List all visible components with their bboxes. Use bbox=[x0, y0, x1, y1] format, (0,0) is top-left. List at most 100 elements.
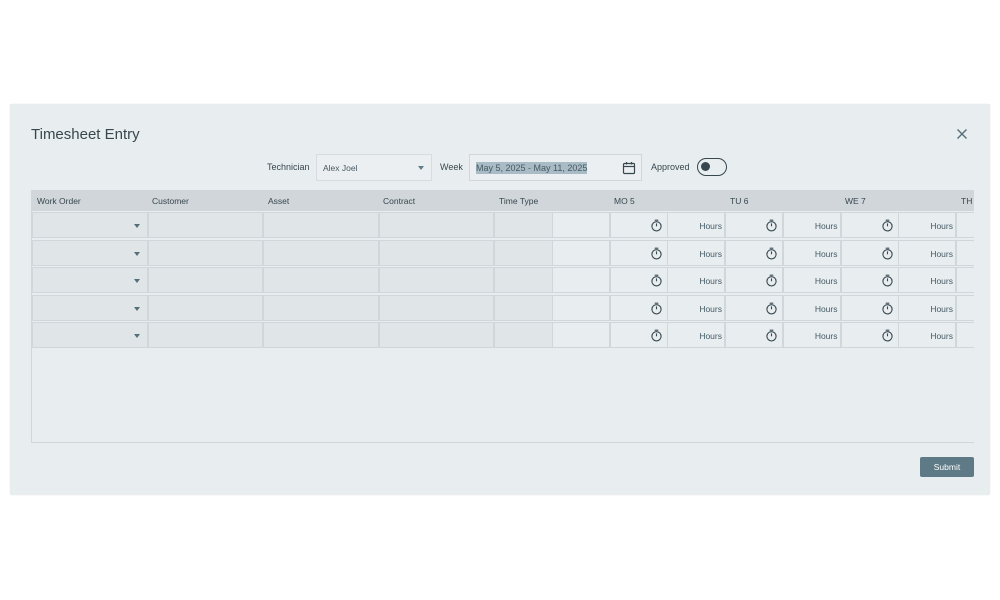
approved-label: Approved bbox=[651, 162, 690, 172]
stopwatch-icon bbox=[766, 302, 777, 315]
hours-input[interactable] bbox=[551, 212, 610, 238]
timer-button[interactable] bbox=[725, 212, 783, 238]
customer-cell[interactable] bbox=[147, 212, 263, 238]
timer-button[interactable] bbox=[840, 239, 899, 266]
asset-cell[interactable] bbox=[263, 267, 379, 294]
column-header: WE 7 bbox=[845, 196, 866, 206]
hours-input[interactable] bbox=[551, 294, 610, 321]
day-cell bbox=[551, 294, 668, 321]
day-cell: Hours bbox=[782, 267, 899, 294]
stopwatch-icon bbox=[881, 274, 893, 287]
contract-cell[interactable] bbox=[378, 239, 494, 266]
timer-button[interactable] bbox=[956, 239, 974, 266]
timer-button[interactable] bbox=[609, 294, 668, 321]
hours-input[interactable]: Hours bbox=[667, 322, 725, 349]
work-order-cell[interactable] bbox=[32, 322, 148, 349]
hours-input[interactable] bbox=[551, 267, 610, 294]
day-cell: Hours bbox=[898, 322, 974, 349]
hours-input[interactable]: Hours bbox=[898, 322, 956, 349]
asset-cell[interactable] bbox=[263, 212, 379, 238]
contract-cell[interactable] bbox=[378, 322, 494, 349]
timer-button[interactable] bbox=[840, 212, 899, 238]
timer-button[interactable] bbox=[956, 267, 974, 294]
customer-cell[interactable] bbox=[147, 239, 263, 266]
stopwatch-icon bbox=[650, 247, 662, 260]
calendar-icon[interactable] bbox=[622, 161, 636, 175]
hours-input[interactable]: Hours bbox=[782, 239, 841, 266]
timer-button[interactable] bbox=[840, 267, 899, 294]
timer-button[interactable] bbox=[609, 212, 668, 238]
work-order-cell[interactable] bbox=[32, 267, 148, 294]
grid-header: Work Order Customer Asset Contract Time … bbox=[32, 190, 974, 211]
stopwatch-icon bbox=[881, 330, 893, 342]
submit-button[interactable]: Submit bbox=[920, 457, 974, 477]
hours-input[interactable]: Hours bbox=[667, 212, 725, 238]
hours-input[interactable]: Hours bbox=[782, 322, 841, 349]
timer-button[interactable] bbox=[956, 212, 974, 238]
table-row: HoursHoursHoursHours bbox=[32, 211, 974, 239]
timer-button[interactable] bbox=[609, 239, 668, 266]
technician-label: Technician bbox=[267, 162, 310, 172]
day-cell: Hours bbox=[667, 294, 783, 321]
timer-button[interactable] bbox=[840, 322, 899, 349]
timer-button[interactable] bbox=[725, 267, 783, 294]
timer-button[interactable] bbox=[956, 322, 974, 349]
chevron-down-icon bbox=[133, 334, 140, 339]
column-header: Customer bbox=[152, 196, 189, 206]
timer-button[interactable] bbox=[609, 267, 668, 294]
day-cell: Hours bbox=[667, 239, 783, 266]
day-cell: Hours bbox=[782, 239, 899, 266]
work-order-cell[interactable] bbox=[32, 294, 148, 321]
table-row: HoursHoursHoursHours bbox=[32, 239, 974, 267]
contract-cell[interactable] bbox=[378, 294, 494, 321]
day-cell: Hours bbox=[782, 212, 899, 238]
contract-cell[interactable] bbox=[378, 267, 494, 294]
customer-cell[interactable] bbox=[147, 294, 263, 321]
stopwatch-icon bbox=[881, 219, 893, 232]
hours-input[interactable] bbox=[551, 239, 610, 266]
work-order-cell[interactable] bbox=[32, 212, 148, 238]
asset-cell[interactable] bbox=[263, 294, 379, 321]
hours-input[interactable]: Hours bbox=[782, 212, 841, 238]
toggle-knob bbox=[701, 162, 710, 171]
chevron-down-icon bbox=[133, 224, 140, 228]
day-cell: Hours bbox=[898, 212, 974, 238]
hours-input[interactable]: Hours bbox=[782, 294, 841, 321]
hours-input[interactable] bbox=[551, 322, 610, 349]
stopwatch-icon bbox=[766, 219, 777, 232]
hours-input[interactable]: Hours bbox=[898, 239, 956, 266]
close-icon[interactable] bbox=[954, 126, 970, 142]
stopwatch-icon bbox=[650, 302, 662, 315]
hours-input[interactable]: Hours bbox=[667, 239, 725, 266]
approved-toggle[interactable] bbox=[697, 158, 727, 176]
hours-input[interactable]: Hours bbox=[667, 267, 725, 294]
hours-input[interactable]: Hours bbox=[782, 267, 841, 294]
asset-cell[interactable] bbox=[263, 322, 379, 349]
work-order-cell[interactable] bbox=[32, 239, 148, 266]
table-row: HoursHoursHoursHours bbox=[32, 294, 974, 322]
timer-button[interactable] bbox=[956, 294, 974, 321]
column-header: Work Order bbox=[37, 196, 81, 206]
asset-cell[interactable] bbox=[263, 239, 379, 266]
timer-button[interactable] bbox=[725, 322, 783, 349]
technician-select[interactable]: Alex Joel bbox=[316, 154, 432, 181]
hours-input[interactable]: Hours bbox=[898, 212, 956, 238]
hours-input[interactable]: Hours bbox=[667, 294, 725, 321]
stopwatch-icon bbox=[650, 330, 662, 342]
week-picker[interactable]: May 5, 2025 - May 11, 2025 bbox=[469, 154, 642, 181]
chevron-down-icon bbox=[133, 251, 140, 256]
customer-cell[interactable] bbox=[147, 322, 263, 349]
contract-cell[interactable] bbox=[378, 212, 494, 238]
technician-value: Alex Joel bbox=[323, 163, 358, 173]
hours-input[interactable]: Hours bbox=[898, 294, 956, 321]
day-cell: Hours bbox=[898, 267, 974, 294]
timer-button[interactable] bbox=[725, 294, 783, 321]
timer-button[interactable] bbox=[840, 294, 899, 321]
hours-input[interactable]: Hours bbox=[898, 267, 956, 294]
customer-cell[interactable] bbox=[147, 267, 263, 294]
timer-button[interactable] bbox=[609, 322, 668, 349]
column-header: Asset bbox=[268, 196, 290, 206]
timer-button[interactable] bbox=[725, 239, 783, 266]
day-cell: Hours bbox=[898, 239, 974, 266]
stopwatch-icon bbox=[766, 247, 777, 260]
